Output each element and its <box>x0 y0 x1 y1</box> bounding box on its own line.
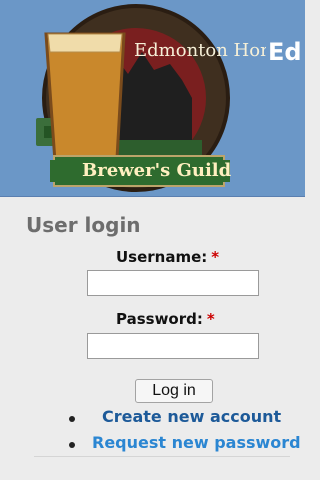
user-login-block: User login Username: * Password: * Log in … <box>12 205 302 480</box>
site-header: Edmonton Home Brewer's Guild Ed <box>0 0 305 197</box>
password-label-text: Password: <box>116 310 203 328</box>
links-list: Create new account Request new password <box>12 406 312 458</box>
username-label: Username: * <box>116 248 219 266</box>
bullet-icon <box>69 442 75 448</box>
divider <box>34 456 290 457</box>
list-item: Create new account <box>12 406 312 432</box>
required-marker: * <box>211 248 220 266</box>
site-logo[interactable]: Edmonton Home Brewer's Guild <box>16 0 266 196</box>
block-title: User login <box>26 213 141 237</box>
logo-top-text: Edmonton Home <box>134 40 266 61</box>
password-input[interactable] <box>87 333 259 359</box>
username-input[interactable] <box>87 270 259 296</box>
bullet-icon <box>69 416 75 422</box>
username-label-text: Username: <box>116 248 208 266</box>
logo-bottom-text: Brewer's Guild <box>82 160 232 181</box>
create-account-link[interactable]: Create new account <box>102 407 281 426</box>
login-button[interactable]: Log in <box>135 379 213 403</box>
password-label: Password: * <box>116 310 215 328</box>
site-name[interactable]: Ed <box>268 38 302 66</box>
list-item: Request new password <box>12 432 312 458</box>
required-marker: * <box>206 310 215 328</box>
request-password-link[interactable]: Request new password <box>92 433 301 452</box>
